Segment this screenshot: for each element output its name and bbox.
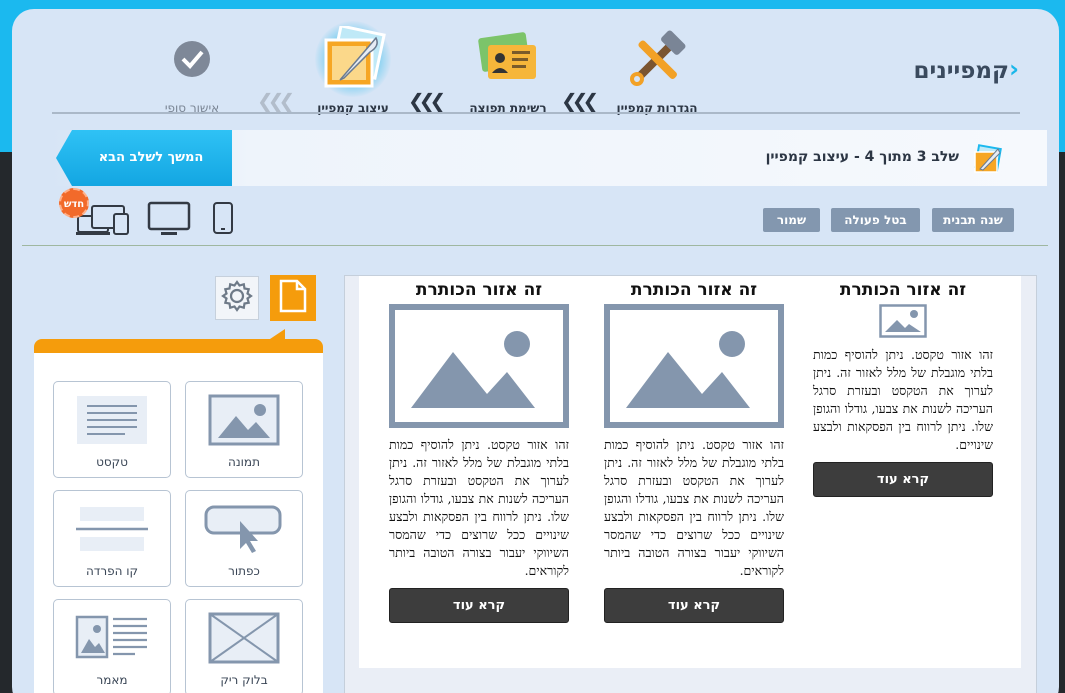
email-content: זה אזור הכותרת זהו אזור טקסט. ניתן להוסי… xyxy=(359,276,1021,668)
step-arrows-2: ❮❮❮ xyxy=(408,89,446,113)
blocks-tab[interactable] xyxy=(270,275,316,321)
settings-tab[interactable] xyxy=(215,276,259,320)
article-block-icon xyxy=(54,612,170,664)
image-block[interactable]: תמונה xyxy=(185,381,303,478)
read-more-button[interactable]: קרא עוד xyxy=(813,462,993,497)
contact-cards-icon xyxy=(470,21,546,97)
app-window: › קמפיינים הגדרות קמפיין ❮❮❮ רשימת תפוצה… xyxy=(12,9,1059,693)
column-text[interactable]: זהו אזור טקסט. ניתן להוסיף כמות בלתי מוג… xyxy=(389,436,569,580)
next-step-button[interactable]: המשך לשלב הבא xyxy=(56,130,232,186)
read-more-button[interactable]: קרא עוד xyxy=(604,588,784,623)
image-block-label: תמונה xyxy=(228,455,260,469)
wizard-step-settings[interactable]: הגדרות קמפיין xyxy=(607,21,707,115)
mobile-icon[interactable] xyxy=(212,202,234,238)
design-feather-icon xyxy=(315,21,391,97)
tools-icon xyxy=(619,21,695,97)
article-block[interactable]: מאמר xyxy=(53,599,171,693)
column-title[interactable]: זה אזור הכותרת xyxy=(389,280,569,300)
column-text[interactable]: זהו אזור טקסט. ניתן להוסיף כמות בלתי מוג… xyxy=(813,346,993,454)
save-button[interactable]: שמור xyxy=(763,208,820,232)
step-arrows-1: ❮❮❮ xyxy=(561,89,599,113)
content-column-right[interactable]: זה אזור הכותרת זהו אזור טקסט. ניתן להוסי… xyxy=(813,280,993,497)
wizard-step-mailing-list[interactable]: רשימת תפוצה xyxy=(458,21,558,115)
column-title[interactable]: זה אזור הכותרת xyxy=(604,280,784,300)
divider-block[interactable]: קו הפרדה xyxy=(53,490,171,587)
change-template-button[interactable]: שנה תבנית xyxy=(932,208,1014,232)
header-divider xyxy=(52,112,1020,114)
page-icon xyxy=(278,279,308,317)
empty-block-label: בלוק ריק xyxy=(220,673,268,687)
image-placeholder-icon[interactable] xyxy=(604,304,784,432)
toolbar-divider xyxy=(22,245,1048,246)
article-block-label: מאמר xyxy=(96,673,128,687)
blocks-panel: תמונה טקסט כפתור קו הפרדה בלוק ריק מאמר xyxy=(34,339,323,693)
image-placeholder-small-icon[interactable] xyxy=(813,304,993,338)
button-block-icon xyxy=(186,503,302,555)
step-arrows-3: ❮❮❮ xyxy=(257,89,295,113)
divider-block-icon xyxy=(54,503,170,555)
wizard-step-final-approval[interactable]: אישור סופי xyxy=(142,21,242,115)
step-progress-text: שלב 3 מתוך 4 - עיצוב קמפיין xyxy=(765,149,959,165)
image-placeholder-icon[interactable] xyxy=(389,304,569,432)
image-block-icon xyxy=(186,394,302,446)
wizard-step-design[interactable]: עיצוב קמפיין xyxy=(303,21,403,115)
divider-block-label: קו הפרדה xyxy=(85,564,139,578)
title-chevron-icon: › xyxy=(1009,55,1019,83)
editor-canvas[interactable]: זה אזור הכותרת זהו אזור טקסט. ניתן להוסי… xyxy=(344,275,1037,693)
content-column-left[interactable]: זה אזור הכותרת זהו אזור טקסט. ניתן להוסי… xyxy=(389,280,569,623)
column-title[interactable]: זה אזור הכותרת xyxy=(813,280,993,300)
desktop-icon[interactable] xyxy=(147,201,191,241)
gear-icon xyxy=(220,279,254,317)
read-more-button[interactable]: קרא עוד xyxy=(389,588,569,623)
new-feature-badge: חדש xyxy=(59,188,89,218)
design-step-icon xyxy=(972,143,1004,179)
content-column-middle[interactable]: זה אזור הכותרת זהו אזור טקסט. ניתן להוסי… xyxy=(604,280,784,623)
cancel-action-button[interactable]: בטל פעולה xyxy=(831,208,920,232)
column-text[interactable]: זהו אזור טקסט. ניתן להוסיף כמות בלתי מוג… xyxy=(604,436,784,580)
text-block-label: טקסט xyxy=(96,455,128,469)
button-block-label: כפתור xyxy=(228,564,260,578)
text-block[interactable]: טקסט xyxy=(53,381,171,478)
page-title: קמפיינים xyxy=(913,58,1009,84)
button-block[interactable]: כפתור xyxy=(185,490,303,587)
empty-block[interactable]: בלוק ריק xyxy=(185,599,303,693)
checkmark-icon xyxy=(154,21,230,97)
text-block-icon xyxy=(54,394,170,446)
empty-block-icon xyxy=(186,612,302,664)
